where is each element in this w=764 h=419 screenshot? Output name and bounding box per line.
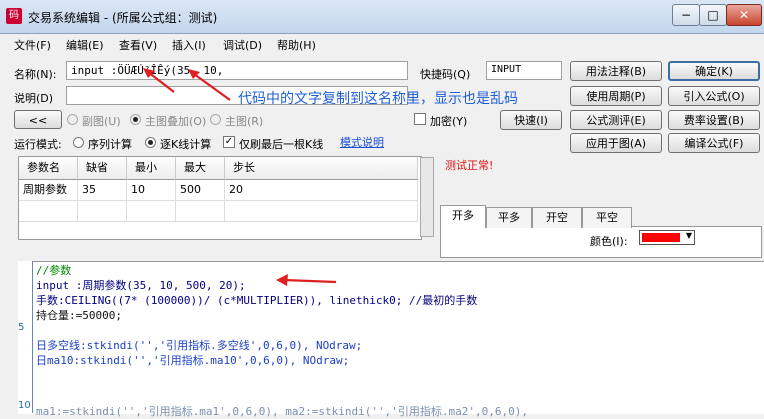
radio-subchart[interactable] [67, 114, 78, 125]
code-line: 手数:CEILING((7* (100000))/ (c*MULTIPLIER)… [36, 294, 478, 307]
color-picker[interactable]: ▼ [639, 230, 695, 245]
use-period-button[interactable]: 使用周期(P) [570, 86, 662, 106]
table-scrollbar[interactable] [420, 157, 434, 237]
table-cell[interactable]: 20 [225, 180, 418, 201]
code-line: 日ma10:stkindi('','引用指标.ma10',0,6,0), NOd… [36, 354, 350, 367]
param-table: 参数名 缺省 最小 最大 步长 周期参数 35 10 500 20 [18, 156, 422, 240]
apply-chart-button[interactable]: 应用于图(A) [570, 133, 662, 153]
code-line: //参数 [36, 264, 72, 277]
table-cell[interactable]: 35 [78, 180, 127, 201]
radio-series-calc[interactable] [73, 137, 84, 148]
shortcut-input[interactable]: INPUT [486, 61, 562, 80]
tab-open-long[interactable]: 开多 [440, 205, 486, 228]
menu-file[interactable]: 文件(F) [14, 37, 51, 53]
annotation-arrow-code [276, 274, 337, 286]
code-line: 日多空线:stkindi('','引用指标.多空线',0,6,0), NOdra… [36, 339, 363, 352]
color-label: 颜色(I): [590, 235, 628, 248]
encrypt-checkbox[interactable] [414, 113, 426, 125]
fee-settings-button[interactable]: 费率设置(B) [668, 110, 760, 130]
radio-per-bar-calc[interactable] [145, 137, 156, 148]
table-header: 最小 [127, 157, 176, 180]
line-number: 10 [18, 400, 31, 411]
formula-test-button[interactable]: 公式测评(E) [570, 110, 662, 130]
app-icon: 码 [6, 8, 22, 24]
usage-note-button[interactable]: 用法注释(B) [570, 61, 662, 81]
ok-button[interactable]: 确定(K) [668, 61, 760, 81]
menu-edit[interactable]: 编辑(E) [66, 37, 104, 53]
menu-help[interactable]: 帮助(H) [277, 37, 316, 53]
menu-debug[interactable]: 调试(D) [223, 37, 262, 53]
quick-button[interactable]: 快速(I) [500, 110, 562, 130]
line-number: 5 [18, 322, 25, 333]
collapse-button[interactable]: << [14, 110, 62, 129]
run-mode-label: 运行模式: [14, 138, 62, 151]
color-swatch [642, 233, 680, 242]
code-line: input :周期参数(35, 10, 500, 20); [36, 279, 246, 292]
table-header: 参数名 [19, 157, 78, 180]
radio-subchart-label: 副图(U) [82, 115, 121, 128]
table-header: 步长 [225, 157, 418, 180]
cite-formula-button[interactable]: 引入公式(O) [668, 86, 760, 106]
menu-view[interactable]: 查看(V) [119, 37, 157, 53]
only-last-checkbox[interactable]: ✓ [223, 136, 235, 148]
table-cell[interactable]: 周期参数 [19, 180, 78, 201]
shortcut-label: 快捷码(Q) [420, 68, 471, 81]
menu-insert[interactable]: 插入(I) [172, 37, 206, 53]
chevron-down-icon: ▼ [685, 231, 692, 240]
radio-per-bar-calc-label: 逐K线计算 [160, 138, 212, 151]
editor-gutter [18, 261, 33, 413]
table-header: 最大 [176, 157, 225, 180]
annotation-text: 代码中的文字复制到这名称里，显示也是乱码 [238, 91, 518, 107]
tab-open-short[interactable]: 开空 [532, 207, 582, 228]
tab-close-long[interactable]: 平多 [486, 207, 532, 228]
annotation-arrows [143, 68, 231, 101]
radio-main-overlay[interactable] [130, 114, 141, 125]
tab-close-short[interactable]: 平空 [582, 207, 632, 228]
table-header: 缺省 [78, 157, 127, 180]
window-title: 交易系统编辑 - (所属公式组：测试) [28, 11, 218, 25]
maximize-button[interactable]: □ [699, 4, 727, 26]
code-line: 持仓量:=50000; [36, 309, 122, 322]
mode-help-link[interactable]: 模式说明 [340, 134, 384, 150]
radio-mainchart-label: 主图(R) [225, 115, 264, 128]
code-line: ma1:=stkindi('','引用指标.ma1',0,6,0), ma2:=… [36, 405, 528, 418]
only-last-label: 仅刷最后一根K线 [239, 138, 324, 151]
menu-bar [0, 34, 764, 54]
radio-main-overlay-label: 主图叠加(O) [145, 115, 207, 128]
minimize-button[interactable]: − [672, 4, 700, 26]
encrypt-label: 加密(Y) [430, 115, 468, 128]
table-cell[interactable]: 500 [176, 180, 225, 201]
desc-label: 说明(D) [14, 92, 54, 105]
table-cell[interactable]: 10 [127, 180, 176, 201]
name-label: 名称(N): [14, 68, 57, 81]
compile-button[interactable]: 编译公式(F) [668, 133, 760, 153]
radio-mainchart[interactable] [210, 114, 221, 125]
radio-series-calc-label: 序列计算 [88, 138, 132, 151]
close-button[interactable]: ✕ [726, 4, 762, 26]
status-text: 测试正常! [445, 159, 494, 172]
